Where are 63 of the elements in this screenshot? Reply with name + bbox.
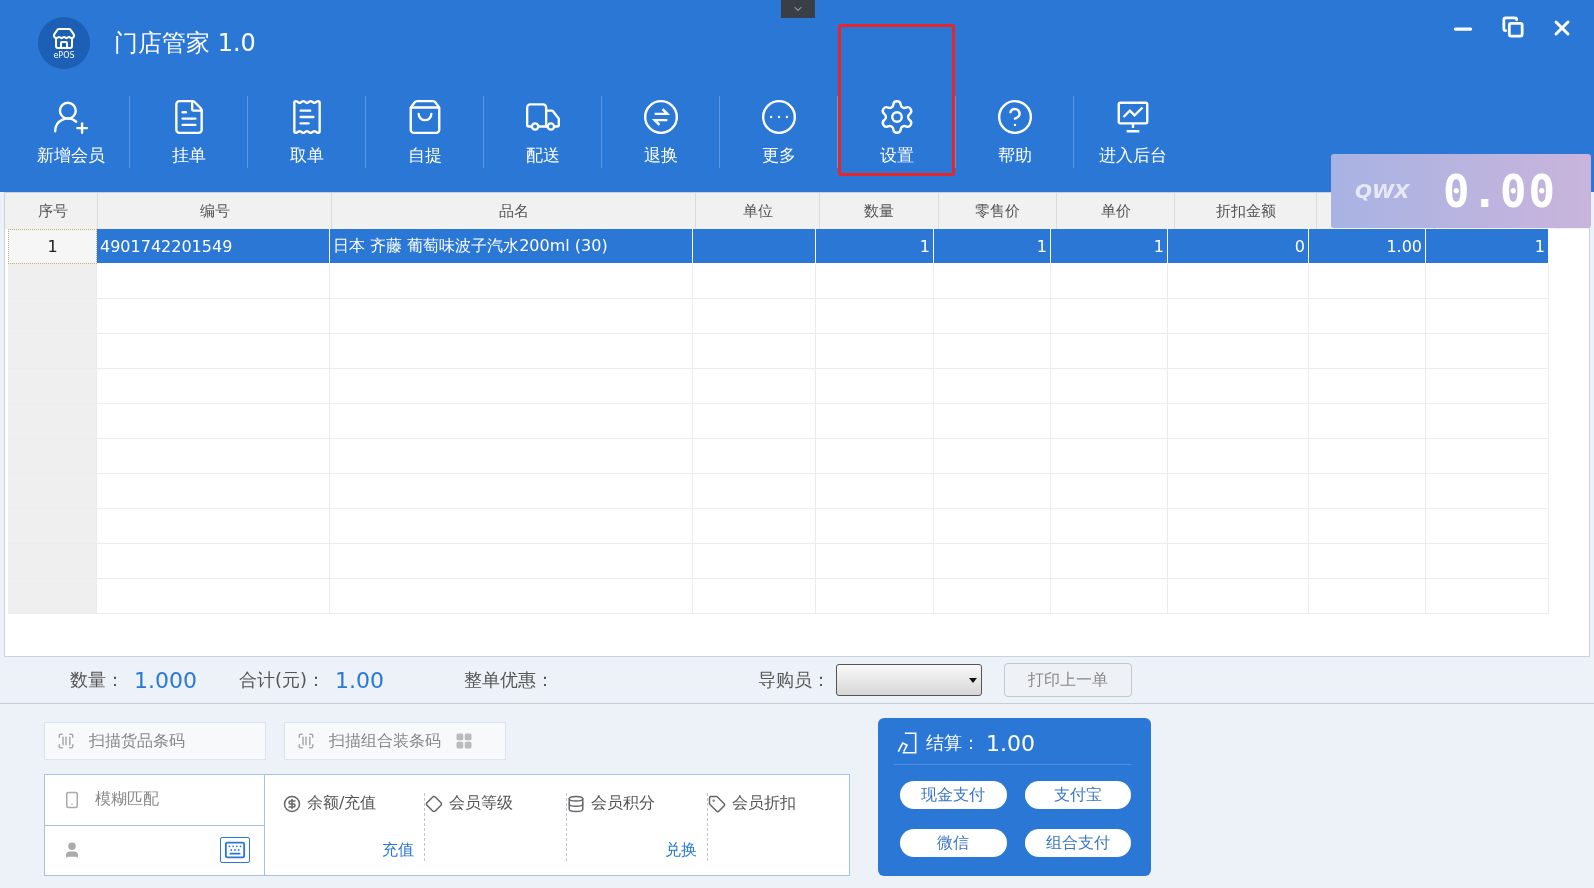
table-cell: 1 (816, 229, 934, 264)
table-cell: 1 (934, 229, 1051, 264)
quantity-value: 1.000 (134, 667, 197, 693)
checkout-label: 结算： (926, 731, 980, 755)
toolbar-button[interactable]: 配送 (484, 86, 601, 178)
table-cell: 0 (1168, 229, 1309, 264)
print-last-button[interactable]: 打印上一单 (1004, 663, 1132, 697)
member-option[interactable]: 会员等级 (424, 793, 566, 814)
keyboard-icon[interactable] (220, 837, 250, 864)
table-cell: 1 (8, 229, 97, 264)
toolbar-button[interactable]: 自提 (366, 86, 483, 178)
table-cell: 1 (1051, 229, 1168, 264)
grid-icon (455, 732, 473, 750)
total-label: 合计(元)： (239, 668, 326, 692)
member-link[interactable]: 兑换 (665, 840, 698, 861)
store-icon (52, 26, 76, 51)
toolbar-button[interactable]: 挂单 (130, 86, 247, 178)
table-cell: 4901742201549 (97, 229, 330, 264)
toolbar-button[interactable]: 更多 (720, 86, 837, 178)
collapse-tab[interactable] (781, 0, 815, 18)
display-value: 0.00 (1443, 165, 1557, 217)
scan-icon (57, 732, 75, 750)
toolbar-button[interactable]: 取单 (248, 86, 365, 178)
table-cell: 1.00 (1309, 229, 1426, 264)
toolbar-button[interactable]: 新增会员 (12, 86, 129, 178)
member-option[interactable]: 会员折扣 (708, 793, 849, 814)
display-logo: QWX (1355, 179, 1410, 203)
scan-icon (297, 732, 315, 750)
table-cell: 日本 齐藤 葡萄味波子汽水200ml (30) (330, 229, 693, 264)
checkout-amount: 1.00 (986, 730, 1035, 756)
stack-icon (566, 794, 585, 813)
toolbar-button[interactable]: 进入后台 (1074, 86, 1191, 178)
tag-icon (708, 794, 727, 813)
total-value: 1.00 (335, 667, 384, 693)
logo-text: ePOS (53, 50, 75, 60)
payment-button[interactable]: 支付宝 (1024, 781, 1131, 809)
dropdown-icon (969, 677, 977, 683)
guide-label: 导购员： (758, 668, 830, 692)
member-search-field[interactable]: 模糊匹配 (45, 775, 264, 826)
diamond-icon (424, 794, 443, 813)
barcode-input-field[interactable]: 扫描货品条码 (44, 722, 266, 760)
member-option[interactable]: 余额/充值 (283, 793, 424, 814)
guide-select[interactable] (836, 664, 982, 696)
coin-icon (283, 794, 301, 813)
person-icon (63, 841, 81, 860)
toolbar-button[interactable]: 帮助 (956, 86, 1073, 178)
combo-barcode-input-field[interactable]: 扫描组合装条码 (284, 722, 506, 760)
payment-button[interactable]: 微信 (900, 829, 1007, 857)
help-icon (995, 97, 1034, 136)
payment-button[interactable]: 现金支付 (900, 781, 1007, 809)
member-link[interactable]: 充值 (381, 840, 414, 861)
payment-button[interactable]: 组合支付 (1024, 829, 1131, 857)
discount-label: 整单优惠： (464, 668, 554, 692)
more-icon (759, 97, 798, 136)
table-cell: 1 (1426, 229, 1549, 264)
window-title: 门店管家 1.0 (114, 28, 256, 59)
member-option[interactable]: 会员积分 (566, 793, 708, 814)
toolbar-button[interactable]: 设置 (838, 86, 955, 178)
phone-icon (63, 790, 81, 809)
exchange-icon (641, 97, 680, 136)
restore-icon[interactable] (1502, 16, 1524, 38)
toolbar-button[interactable]: 退换 (602, 86, 719, 178)
quantity-label: 数量： (70, 668, 124, 692)
